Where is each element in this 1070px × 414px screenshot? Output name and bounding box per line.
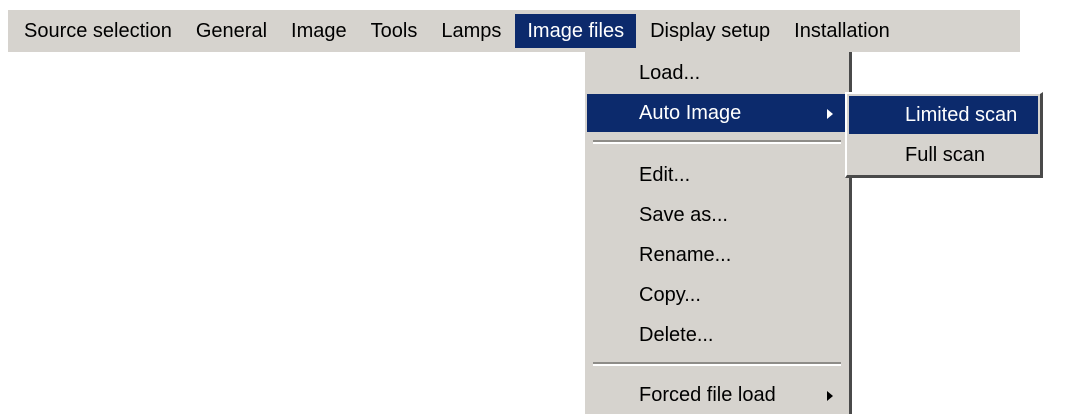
menu-image-files[interactable]: Image files [515, 14, 637, 48]
auto-image-submenu: Limited scan Full scan [845, 92, 1043, 178]
menu-item-label: Edit... [639, 164, 691, 186]
image-files-dropdown: Load... Auto Image Edit... Save as... Re… [582, 52, 852, 414]
menu-item-full-scan[interactable]: Full scan [849, 136, 1038, 174]
menu-separator [593, 362, 841, 366]
menu-item-label: Forced file load [639, 384, 776, 406]
menu-item-delete[interactable]: Delete... [587, 316, 847, 354]
menu-item-edit[interactable]: Edit... [587, 156, 847, 194]
menu-item-label: Full scan [905, 144, 986, 166]
submenu-arrow-icon [827, 109, 833, 119]
menu-item-label: Auto Image [639, 102, 742, 124]
menu-source-selection[interactable]: Source selection [8, 14, 184, 48]
menu-item-label: Delete... [639, 324, 714, 346]
menu-item-label: Rename... [639, 244, 732, 266]
menu-item-forced-file-load[interactable]: Forced file load [587, 376, 847, 414]
menu-item-rename[interactable]: Rename... [587, 236, 847, 274]
submenu-arrow-icon [827, 391, 833, 401]
menu-item-load[interactable]: Load... [587, 54, 847, 92]
menu-tools[interactable]: Tools [359, 14, 430, 48]
menu-separator [593, 140, 841, 144]
menu-display-setup[interactable]: Display setup [638, 14, 782, 48]
menu-bar: Source selection General Image Tools Lam… [8, 10, 1020, 52]
menu-item-save-as[interactable]: Save as... [587, 196, 847, 234]
menu-item-label: Save as... [639, 204, 728, 226]
menu-installation[interactable]: Installation [782, 14, 902, 48]
menu-item-copy[interactable]: Copy... [587, 276, 847, 314]
menu-item-auto-image[interactable]: Auto Image [587, 94, 847, 132]
menu-general[interactable]: General [184, 14, 279, 48]
menu-item-label: Copy... [639, 284, 701, 306]
menu-lamps[interactable]: Lamps [429, 14, 513, 48]
menu-image[interactable]: Image [279, 14, 359, 48]
menu-item-label: Limited scan [905, 104, 1018, 126]
menu-item-limited-scan[interactable]: Limited scan [849, 96, 1038, 134]
menu-item-label: Load... [639, 62, 701, 84]
